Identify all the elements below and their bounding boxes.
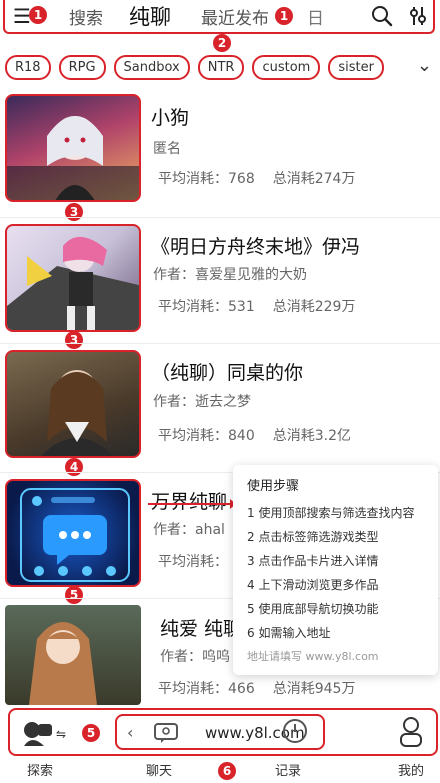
card-stats: 平均消耗：	[158, 551, 228, 571]
tab-latest[interactable]: 最近发布	[201, 4, 269, 29]
tab-chat-nav[interactable]: 聊天	[146, 760, 172, 779]
filter-icon[interactable]	[409, 5, 427, 27]
card-author: 匿名	[153, 141, 181, 157]
annotation-badge: 5	[82, 724, 100, 742]
history-icon[interactable]	[282, 716, 308, 746]
chevron-down-icon[interactable]: ⌄	[417, 55, 432, 76]
total-cost: 总消耗229万	[272, 299, 356, 315]
popup-step: 4 上下滑动浏览更多作品	[247, 578, 379, 592]
card-thumbnail	[5, 605, 141, 705]
divider	[0, 343, 440, 344]
avg-cost: 平均消耗：768	[158, 171, 255, 187]
card-title: 小狗	[151, 107, 190, 129]
tab-mine[interactable]: 我的	[398, 760, 424, 779]
total-cost: 总消耗3.2亿	[272, 428, 351, 444]
bottom-bar: ⇋ 5 ‹ www.y8l.com	[8, 708, 438, 756]
tab-chat[interactable]: 纯聊	[129, 1, 171, 31]
popup-step: 2 点击标签筛选游戏类型	[247, 530, 379, 544]
card-stats: 平均消耗：466 总消耗945万	[158, 678, 355, 698]
card-title: 纯爱 纯聊	[160, 618, 243, 640]
avg-cost: 平均消耗：	[158, 554, 228, 570]
tab-search[interactable]: 搜索	[69, 4, 103, 29]
popup-step: 1 使用顶部搜索与筛选查找内容	[247, 506, 415, 520]
avg-cost: 平均消耗：531	[158, 299, 255, 315]
annotation-badge: 3	[65, 331, 83, 349]
card-stats: 平均消耗：768 总消耗274万	[158, 168, 355, 188]
svg-text:⇋: ⇋	[56, 727, 66, 741]
arrow-icon	[148, 499, 236, 509]
header-actions	[363, 0, 427, 32]
back-chevron-icon[interactable]: ‹	[127, 723, 133, 742]
popup-title: 使用步骤	[247, 479, 300, 494]
annotation-badge: 1	[275, 7, 293, 25]
popup-step: 6 如需输入地址	[247, 626, 331, 640]
card-thumbnail	[5, 479, 141, 587]
tag-chip[interactable]: Sandbox	[113, 55, 190, 80]
chat-bubble-icon[interactable]	[153, 722, 179, 744]
card-thumbnail	[5, 94, 141, 202]
card-title: 《明日方舟终末地》伊冯	[151, 236, 361, 258]
tag-chip[interactable]: RPG	[58, 55, 106, 80]
card-author: 作者：呜呜	[160, 649, 230, 665]
tab-explore[interactable]: 探索	[27, 760, 53, 779]
tag-chip[interactable]: sister	[328, 55, 384, 80]
tag-chip[interactable]: NTR	[197, 55, 245, 80]
annotation-badge: 5	[65, 586, 83, 604]
avg-cost: 平均消耗：840	[158, 428, 255, 444]
card-thumbnail	[5, 350, 141, 458]
bottom-tab-bar: 探索 聊天 记录 我的	[0, 760, 440, 783]
annotation-badge: 3	[65, 203, 83, 221]
tag-chip[interactable]: R18	[5, 55, 51, 80]
usage-steps-popup: 使用步骤 1 使用顶部搜索与筛选查找内容 2 点击标签筛选游戏类型 3 点击作品…	[233, 465, 438, 675]
avg-cost: 平均消耗：466	[158, 681, 255, 697]
profile-icon[interactable]	[398, 716, 424, 748]
total-cost: 总消耗274万	[272, 171, 356, 187]
tag-filter-row: R18 RPG Sandbox NTR custom sister	[5, 55, 384, 81]
total-cost: 总消耗945万	[272, 681, 356, 697]
card-thumbnail	[5, 224, 141, 332]
popup-footer: 地址请填写 www.y8l.com	[247, 650, 379, 663]
popup-step: 5 使用底部导航切换功能	[247, 602, 379, 616]
top-nav-bar: ☰ 1 搜索 纯聊 最近发布 1 日	[3, 0, 435, 34]
divider	[0, 217, 440, 218]
annotation-badge: 2	[213, 34, 231, 52]
card-author: 作者：喜爱星见雅的大奶	[153, 267, 307, 283]
card-title: （纯聊）同桌的你	[151, 362, 304, 384]
card-stats: 平均消耗：840 总消耗3.2亿	[158, 425, 351, 445]
search-icon[interactable]	[371, 5, 393, 27]
card-author: 作者：逝去之梦	[153, 394, 251, 410]
tab-records[interactable]: 记录	[275, 760, 301, 779]
annotation-badge: 1	[29, 6, 47, 24]
menu-icon[interactable]: ☰	[13, 4, 31, 28]
card-author: 作者：ahal	[153, 522, 225, 538]
tab-daily[interactable]: 日	[307, 4, 324, 29]
app-switch-icon[interactable]: ⇋	[22, 718, 70, 748]
tag-chip[interactable]: custom	[252, 55, 321, 80]
popup-step: 3 点击作品卡片进入详情	[247, 554, 379, 568]
card-stats: 平均消耗：531 总消耗229万	[158, 296, 355, 316]
annotation-badge: 4	[65, 458, 83, 476]
